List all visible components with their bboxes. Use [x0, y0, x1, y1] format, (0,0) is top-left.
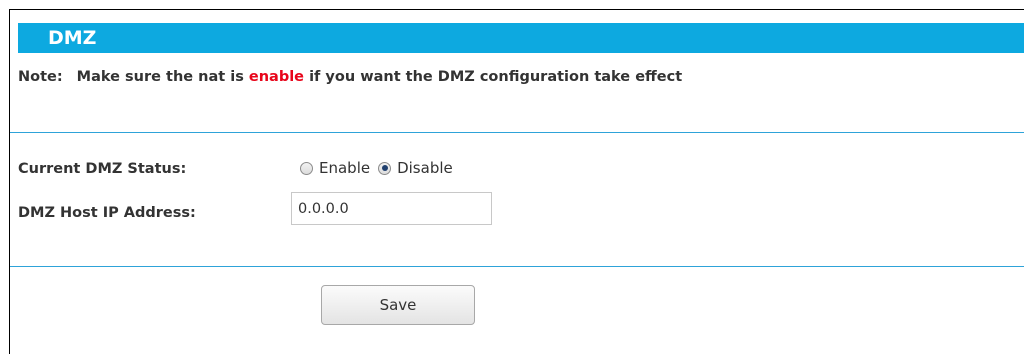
disable-radio-button[interactable] [378, 161, 392, 175]
dmz-settings-panel: DMZ Note: Make sure the nat is enable if … [9, 9, 1024, 354]
dmz-host-ip-input[interactable] [291, 192, 492, 225]
note-prefix: Note: [18, 69, 63, 85]
note-text-after: if you want the DMZ configuration take e… [304, 69, 683, 85]
disable-radio-label: Disable [397, 159, 453, 177]
note-text-before: Make sure the nat is [76, 69, 249, 85]
disable-radio-option[interactable]: Disable [378, 159, 453, 177]
note-message: Note: Make sure the nat is enable if you … [18, 68, 682, 86]
section-divider-bottom [10, 266, 1024, 267]
section-divider-top [10, 132, 1024, 133]
page-title: DMZ [48, 27, 97, 49]
title-bar: DMZ [18, 23, 1024, 53]
note-highlight: enable [248, 69, 305, 85]
enable-radio-option[interactable]: Enable [300, 159, 370, 177]
save-button[interactable]: Save [321, 285, 475, 325]
dmz-status-radio-group: Enable Disable [300, 157, 453, 179]
dmz-host-ip-label: DMZ Host IP Address: [18, 205, 196, 221]
dmz-status-label: Current DMZ Status: [18, 161, 187, 177]
enable-radio-button[interactable] [300, 161, 313, 175]
enable-radio-label: Enable [319, 159, 371, 177]
